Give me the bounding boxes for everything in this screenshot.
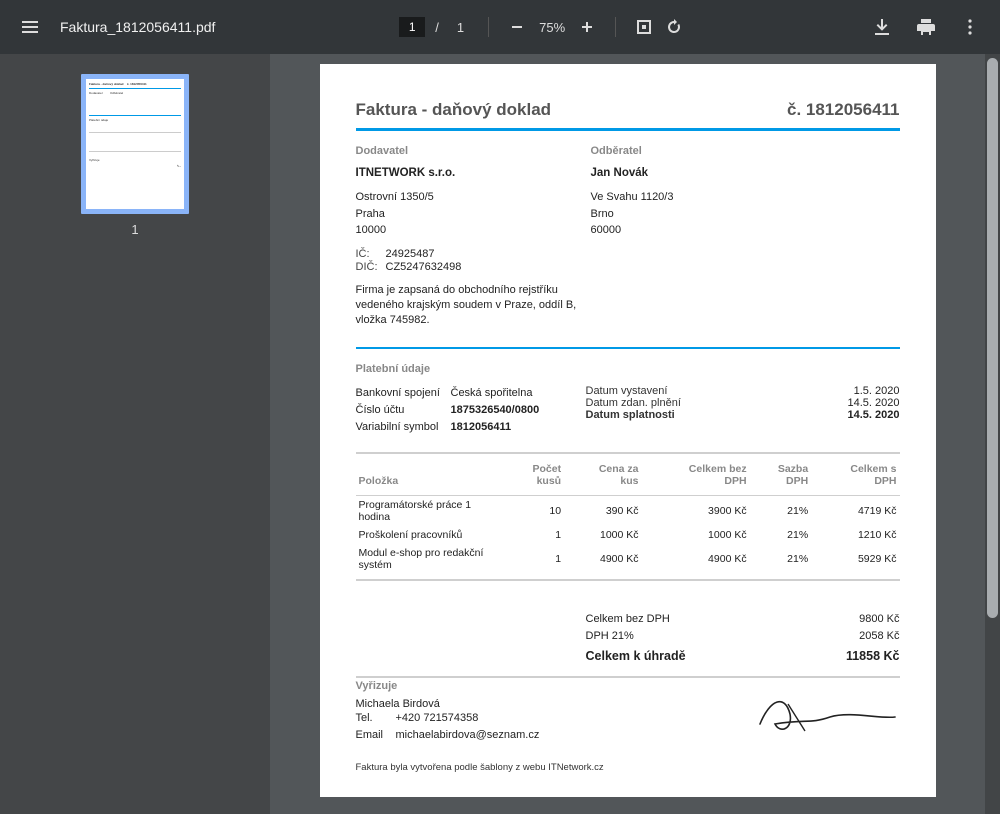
col-item: Položka xyxy=(356,460,506,496)
toolbar-separator xyxy=(488,17,489,37)
total-exvat-label: Celkem bez DPH xyxy=(586,611,780,629)
document-viewport[interactable]: Faktura - daňový doklad č. 1812056411 Do… xyxy=(270,54,985,814)
vertical-scrollbar[interactable] xyxy=(985,54,1000,814)
page-number-input[interactable] xyxy=(399,17,425,37)
buyer-name: Jan Novák xyxy=(591,167,900,179)
contact-tel: +420 721574358 xyxy=(396,710,479,727)
account-value: 1875326540/0800 xyxy=(451,402,540,419)
col-novat: Celkem bezDPH xyxy=(642,460,750,496)
buyer-zip: 60000 xyxy=(591,222,900,239)
issue-date: 1.5. 2020 xyxy=(716,385,900,397)
thumbnail-sidebar: Faktura - daňový doklad č. 1812056411 Do… xyxy=(0,54,270,814)
buyer-city: Brno xyxy=(591,206,900,223)
buyer-street: Ve Svahu 1120/3 xyxy=(591,189,900,206)
page-thumbnail[interactable]: Faktura - daňový doklad č. 1812056411 Do… xyxy=(81,74,189,214)
blue-divider xyxy=(356,128,900,131)
rotate-icon[interactable] xyxy=(662,15,686,39)
tax-date-label: Datum zdan. plnění xyxy=(586,397,716,409)
supplier-zip: 10000 xyxy=(356,222,591,239)
totals-block: Celkem bez DPH9800 Kč DPH 21%2058 Kč Cel… xyxy=(586,611,900,666)
total-grand-label: Celkem k úhradě xyxy=(586,646,780,666)
zoom-out-icon[interactable] xyxy=(505,15,529,39)
due-date: 14.5. 2020 xyxy=(716,409,900,421)
grey-divider xyxy=(356,579,900,581)
supplier-city: Praha xyxy=(356,206,591,223)
invoice-footer: Faktura byla vytvořena podle šablony z w… xyxy=(356,762,900,773)
main-area: Faktura - daňový doklad č. 1812056411 Do… xyxy=(0,54,1000,814)
table-row: Programátorské práce 1 hodina10390 Kč390… xyxy=(356,495,900,526)
buyer-heading: Odběratel xyxy=(591,145,900,157)
col-qty: Početkusů xyxy=(506,460,565,496)
issue-date-label: Datum vystavení xyxy=(586,385,716,397)
col-unit: Cena zakus xyxy=(564,460,641,496)
contact-email: michaelabirdova@seznam.cz xyxy=(396,727,540,744)
grey-divider xyxy=(356,676,900,678)
total-vat: 2058 Kč xyxy=(780,628,900,646)
bank-label: Bankovní spojení xyxy=(356,385,451,402)
grey-divider xyxy=(356,452,900,454)
zoom-in-icon[interactable] xyxy=(575,15,599,39)
supplier-street: Ostrovní 1350/5 xyxy=(356,189,591,206)
supplier-heading: Dodavatel xyxy=(356,145,591,157)
varsym-value: 1812056411 xyxy=(451,419,512,436)
account-label: Číslo účtu xyxy=(356,402,451,419)
hamburger-menu-icon[interactable] xyxy=(18,15,42,39)
supplier-dic-label: DIČ: xyxy=(356,261,386,273)
due-date-label: Datum splatnosti xyxy=(586,409,716,421)
download-icon[interactable] xyxy=(870,15,894,39)
signature-image xyxy=(750,689,900,739)
supplier-dic: CZ5247632498 xyxy=(386,261,462,273)
col-rate: SazbaDPH xyxy=(750,460,812,496)
table-row: Proškolení pracovníků11000 Kč1000 Kč21%1… xyxy=(356,526,900,544)
page-total: 1 xyxy=(457,20,464,35)
pdf-viewer-toolbar: Faktura_1812056411.pdf / 1 75% xyxy=(0,0,1000,54)
supplier-registry-note: Firma je zapsaná do obchodního rejstříku… xyxy=(356,283,586,329)
toolbar-separator xyxy=(615,17,616,37)
page-separator: / xyxy=(435,20,439,35)
supplier-ico: 24925487 xyxy=(386,248,435,260)
total-vat-label: DPH 21% xyxy=(586,628,780,646)
scrollbar-thumb[interactable] xyxy=(987,58,998,618)
fit-to-page-icon[interactable] xyxy=(632,15,656,39)
col-withvat: Celkem sDPH xyxy=(811,460,899,496)
varsym-label: Variabilní symbol xyxy=(356,419,451,436)
supplier-name: ITNETWORK s.r.o. xyxy=(356,167,591,179)
contact-email-label: Email xyxy=(356,727,396,744)
thumbnail-number: 1 xyxy=(131,222,138,237)
filename-label: Faktura_1812056411.pdf xyxy=(60,19,215,35)
tax-date: 14.5. 2020 xyxy=(716,397,900,409)
invoice-title: Faktura - daňový doklad xyxy=(356,100,552,120)
payment-heading: Platební údaje xyxy=(356,363,900,375)
invoice-number: č. 1812056411 xyxy=(787,100,900,120)
invoice-page: Faktura - daňový doklad č. 1812056411 Do… xyxy=(320,64,936,797)
blue-divider xyxy=(356,347,900,349)
bank-value: Česká spořitelna xyxy=(451,385,533,402)
print-icon[interactable] xyxy=(914,15,938,39)
table-row: Modul e-shop pro redakční systém14900 Kč… xyxy=(356,544,900,577)
supplier-ico-label: IČ: xyxy=(356,248,386,260)
total-exvat: 9800 Kč xyxy=(780,611,900,629)
zoom-percent[interactable]: 75% xyxy=(539,20,565,35)
more-icon[interactable] xyxy=(958,15,982,39)
total-grand: 11858 Kč xyxy=(780,646,900,666)
items-table: Položka Početkusů Cena zakus Celkem bezD… xyxy=(356,460,900,577)
contact-tel-label: Tel. xyxy=(356,710,396,727)
